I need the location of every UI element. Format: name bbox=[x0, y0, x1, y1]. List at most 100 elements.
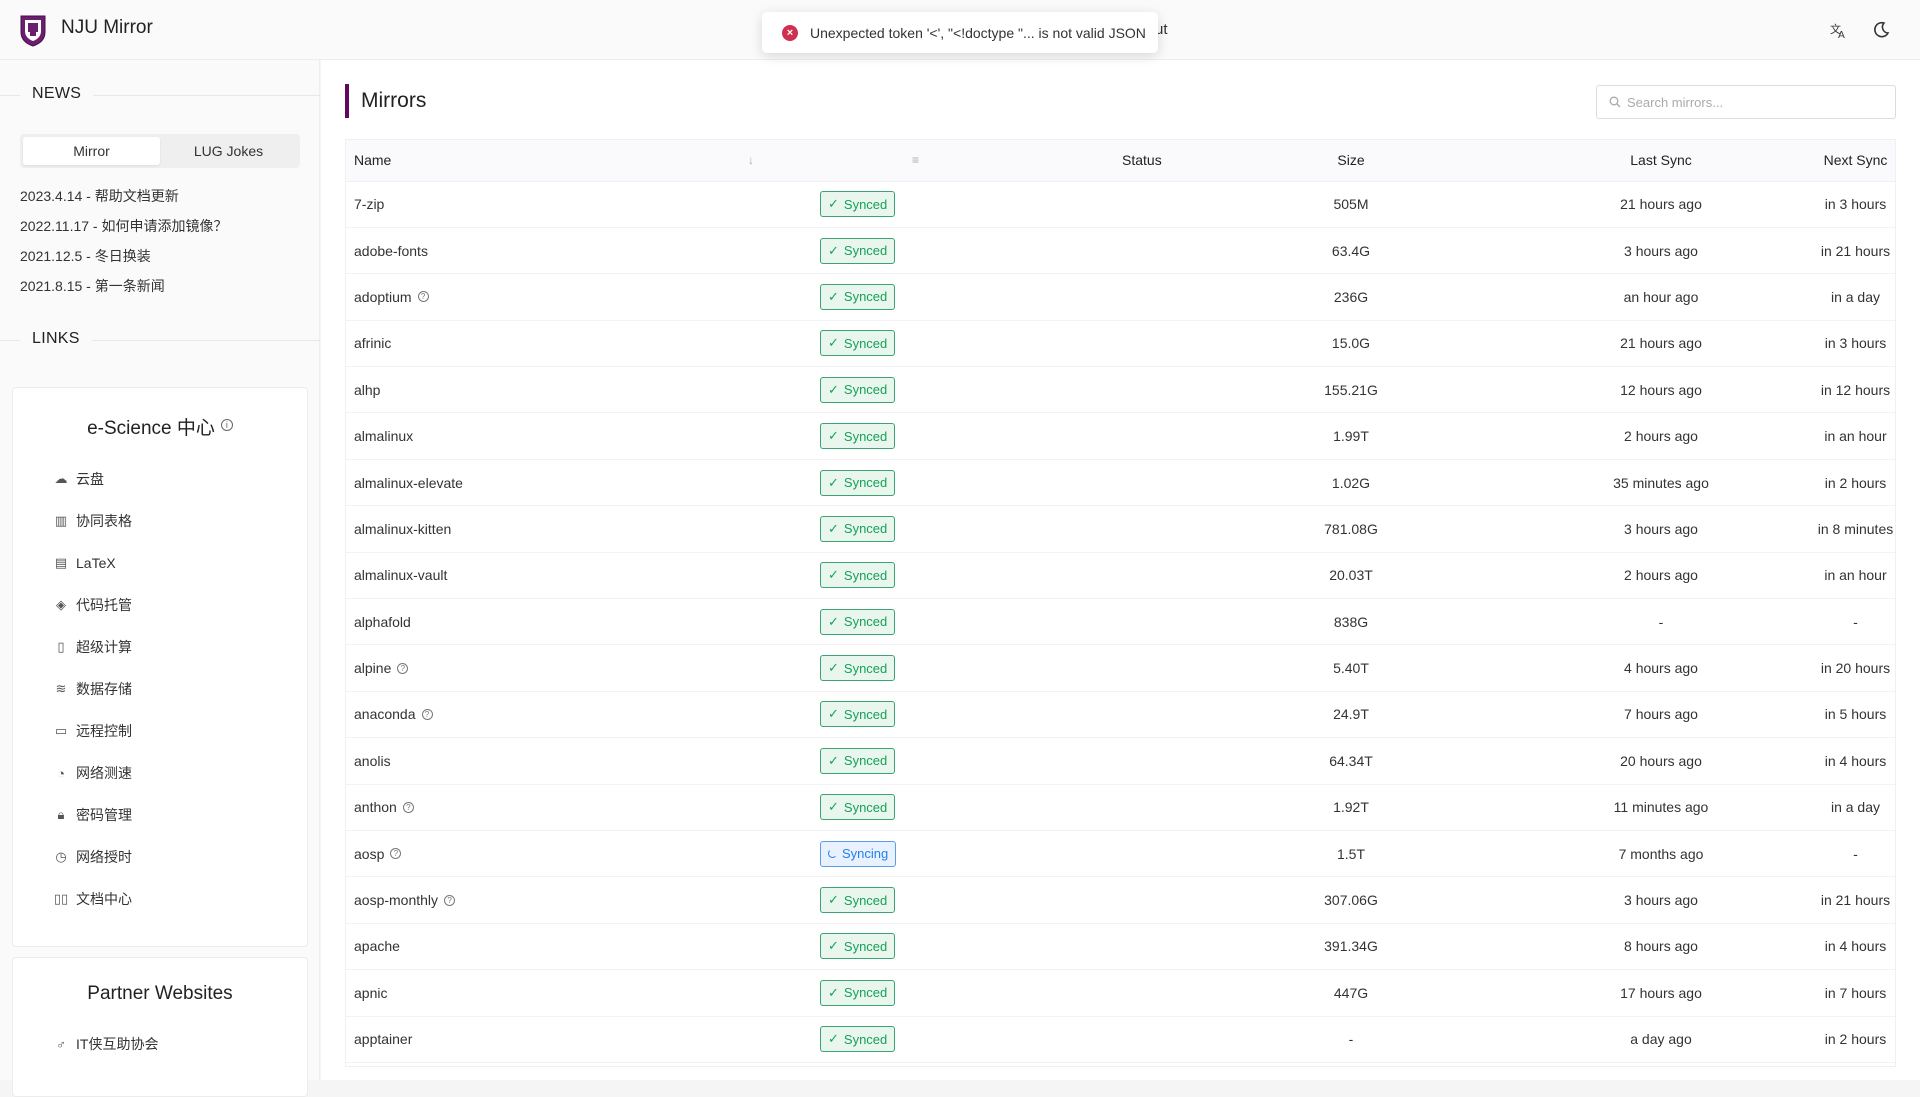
header-last-sync[interactable]: Last Sync bbox=[1506, 140, 1816, 182]
table-row[interactable]: apnic ✓ Synced 447G 17 hours ago in 7 hours bbox=[346, 969, 1895, 1017]
last-sync-cell: - bbox=[1506, 598, 1816, 646]
news-item[interactable]: 2023.4.14 - 帮助文档更新 bbox=[20, 181, 227, 211]
table-row[interactable]: alhp ✓ Synced 155.21G 12 hours ago in 12 hour… bbox=[346, 366, 1895, 414]
table-row[interactable]: adobe-fonts ✓ Synced 63.4G 3 hours ago in 21 … bbox=[346, 227, 1895, 275]
check-icon: ✓ bbox=[828, 799, 839, 815]
info-icon[interactable]: i bbox=[220, 419, 233, 431]
mirror-name[interactable]: almalinux bbox=[354, 428, 413, 444]
link-it-xia[interactable]: ♂ IT侠互助协会 bbox=[13, 1023, 307, 1065]
next-sync-cell: in 21 hours bbox=[1816, 227, 1895, 275]
check-icon: ✓ bbox=[828, 984, 839, 1000]
mirror-name[interactable]: almalinux-vault bbox=[354, 567, 447, 583]
mirror-name-cell: alphafold bbox=[346, 598, 764, 646]
filter-icon[interactable]: ≡ bbox=[912, 153, 919, 167]
link-password-manager[interactable]: 🔒︎ 密码管理 bbox=[13, 794, 307, 836]
mirror-name[interactable]: apache bbox=[354, 938, 400, 954]
link-data-storage[interactable]: ≋ 数据存储 bbox=[13, 668, 307, 710]
table-row[interactable]: adoptium? ✓ Synced 236G an hour ago in a day bbox=[346, 273, 1895, 321]
help-icon[interactable]: ? bbox=[390, 848, 402, 860]
header-status-label: Status bbox=[1122, 152, 1162, 169]
mirror-name[interactable]: alhp bbox=[354, 382, 380, 398]
table-row[interactable]: almalinux-elevate ✓ Synced 1.02G 35 minutes … bbox=[346, 459, 1895, 507]
table-row[interactable]: almalinux-kitten ✓ Synced 781.08G 3 hours ag… bbox=[346, 505, 1895, 553]
last-sync-cell: 2 hours ago bbox=[1506, 412, 1816, 460]
sort-icon[interactable]: ↓ bbox=[748, 153, 754, 167]
mirror-name[interactable]: aosp-monthly bbox=[354, 892, 438, 908]
mirror-name[interactable]: anthon bbox=[354, 799, 397, 815]
table-row[interactable]: anthon? ✓ Synced 1.92T 11 minutes ago in a da… bbox=[346, 784, 1895, 831]
mirror-name-cell: alhp bbox=[346, 366, 764, 414]
table-row[interactable]: alpine? ✓ Synced 5.40T 4 hours ago in 20 hour… bbox=[346, 644, 1895, 692]
news-item[interactable]: 2022.11.17 - 如何申请添加镜像？ bbox=[20, 211, 227, 241]
news-item[interactable]: 2021.8.15 - 第一条新闻 bbox=[20, 271, 227, 301]
next-sync-cell: in 8 minutes bbox=[1816, 505, 1895, 553]
status-label: Synced bbox=[843, 938, 888, 954]
help-icon[interactable]: ? bbox=[444, 894, 456, 906]
mirror-name[interactable]: apptainer bbox=[354, 1031, 412, 1047]
mirror-name[interactable]: almalinux-elevate bbox=[354, 475, 463, 491]
table-row[interactable]: aosp? Syncing 1.5T 7 months ago - bbox=[346, 830, 1895, 878]
status-label: Synced bbox=[843, 196, 888, 212]
header-name[interactable]: Name ↓ bbox=[346, 140, 764, 182]
table-row[interactable]: afrinic ✓ Synced 15.0G 21 hours ago in 3 hour… bbox=[346, 320, 1895, 368]
status-badge: ✓ Synced bbox=[820, 376, 896, 403]
header-status[interactable]: Status ≡ bbox=[764, 140, 1196, 182]
status-cell: ✓ Synced bbox=[764, 366, 1196, 414]
header-next-sync[interactable]: Next Sync bbox=[1816, 140, 1895, 182]
last-sync-cell: 11 minutes ago bbox=[1506, 784, 1816, 831]
status-cell: ✓ Synced bbox=[764, 412, 1196, 460]
mirror-name[interactable]: anaconda bbox=[354, 706, 416, 722]
help-icon[interactable]: ? bbox=[402, 801, 414, 813]
link-time-service[interactable]: ◷ 网络授时 bbox=[13, 836, 307, 878]
table-row[interactable]: anolis ✓ Synced 64.34T 20 hours ago in 4 hour… bbox=[346, 737, 1895, 785]
nju-logo-icon[interactable] bbox=[18, 13, 48, 47]
next-sync-cell: - bbox=[1816, 830, 1895, 878]
mirror-name-cell: apnic bbox=[346, 969, 764, 1017]
mirror-name[interactable]: apnic bbox=[354, 985, 387, 1001]
mirror-name[interactable]: anolis bbox=[354, 753, 391, 769]
link-cloud-drive[interactable]: ☁ 云盘 bbox=[13, 458, 307, 500]
moon-icon[interactable] bbox=[1869, 18, 1893, 42]
tab-mirror[interactable]: Mirror bbox=[23, 137, 160, 165]
table-row[interactable]: almalinux-vault ✓ Synced 20.03T 2 hours ago i… bbox=[346, 552, 1895, 600]
mirror-name[interactable]: adoptium bbox=[354, 289, 412, 305]
server-icon: ▯ bbox=[57, 639, 65, 654]
news-item[interactable]: 2021.12.5 - 冬日换装 bbox=[20, 241, 227, 271]
tab-lug-jokes[interactable]: LUG Jokes bbox=[160, 137, 297, 165]
translate-icon[interactable]: 文A bbox=[1827, 18, 1851, 42]
mirror-name[interactable]: almalinux-kitten bbox=[354, 521, 451, 537]
help-icon[interactable]: ? bbox=[417, 291, 429, 303]
mirror-name[interactable]: alpine bbox=[354, 660, 391, 676]
mirror-name[interactable]: adobe-fonts bbox=[354, 243, 428, 259]
link-latex[interactable]: ▤ LaTeX bbox=[13, 542, 307, 584]
table-row[interactable]: apptainer ✓ Synced - a day ago in 2 hours bbox=[346, 1016, 1895, 1063]
size-cell: 64.34T bbox=[1196, 737, 1506, 785]
link-docs-center[interactable]: ▯▯ 文档中心 bbox=[13, 878, 307, 920]
mirror-name[interactable]: afrinic bbox=[354, 335, 391, 351]
mirror-name[interactable]: alphafold bbox=[354, 614, 411, 630]
table-row[interactable]: alphafold ✓ Synced 838G - - bbox=[346, 598, 1895, 646]
header-size[interactable]: Size bbox=[1196, 140, 1506, 182]
table-row[interactable]: aosp-monthly? ✓ Synced 307.06G 3 hours ago in… bbox=[346, 876, 1895, 924]
link-remote-control[interactable]: ▭ 远程控制 bbox=[13, 710, 307, 752]
link-speed-test[interactable]: ◔ 网络测速 bbox=[13, 752, 307, 794]
table-row[interactable]: 7-zip ✓ Synced 505M 21 hours ago in 3 hours bbox=[346, 181, 1895, 228]
link-supercomputing[interactable]: ▯ 超级计算 bbox=[13, 626, 307, 668]
table-row[interactable]: anaconda? ✓ Synced 24.9T 7 hours ago in 5 hou… bbox=[346, 691, 1895, 739]
link-label: LaTeX bbox=[76, 555, 116, 571]
mirror-name[interactable]: aosp bbox=[354, 846, 384, 862]
search-box[interactable] bbox=[1596, 85, 1896, 119]
help-icon[interactable]: ? bbox=[397, 662, 409, 674]
help-icon[interactable]: ? bbox=[421, 708, 433, 720]
brand-title[interactable]: NJU Mirror bbox=[61, 17, 153, 39]
search-input[interactable] bbox=[1627, 94, 1887, 110]
table-row[interactable]: almalinux ✓ Synced 1.99T 2 hours ago in an ho… bbox=[346, 412, 1895, 460]
mirror-name-cell: apache bbox=[346, 923, 764, 971]
link-label: 协同表格 bbox=[76, 513, 132, 529]
link-spreadsheet[interactable]: ▥ 协同表格 bbox=[13, 500, 307, 542]
size-cell: 391.34G bbox=[1196, 923, 1506, 971]
status-cell: ✓ Synced bbox=[764, 227, 1196, 275]
mirror-name[interactable]: 7-zip bbox=[354, 196, 384, 212]
link-code-hosting[interactable]: ◈ 代码托管 bbox=[13, 584, 307, 626]
table-row[interactable]: apache ✓ Synced 391.34G 8 hours ago in 4 hour… bbox=[346, 923, 1895, 971]
